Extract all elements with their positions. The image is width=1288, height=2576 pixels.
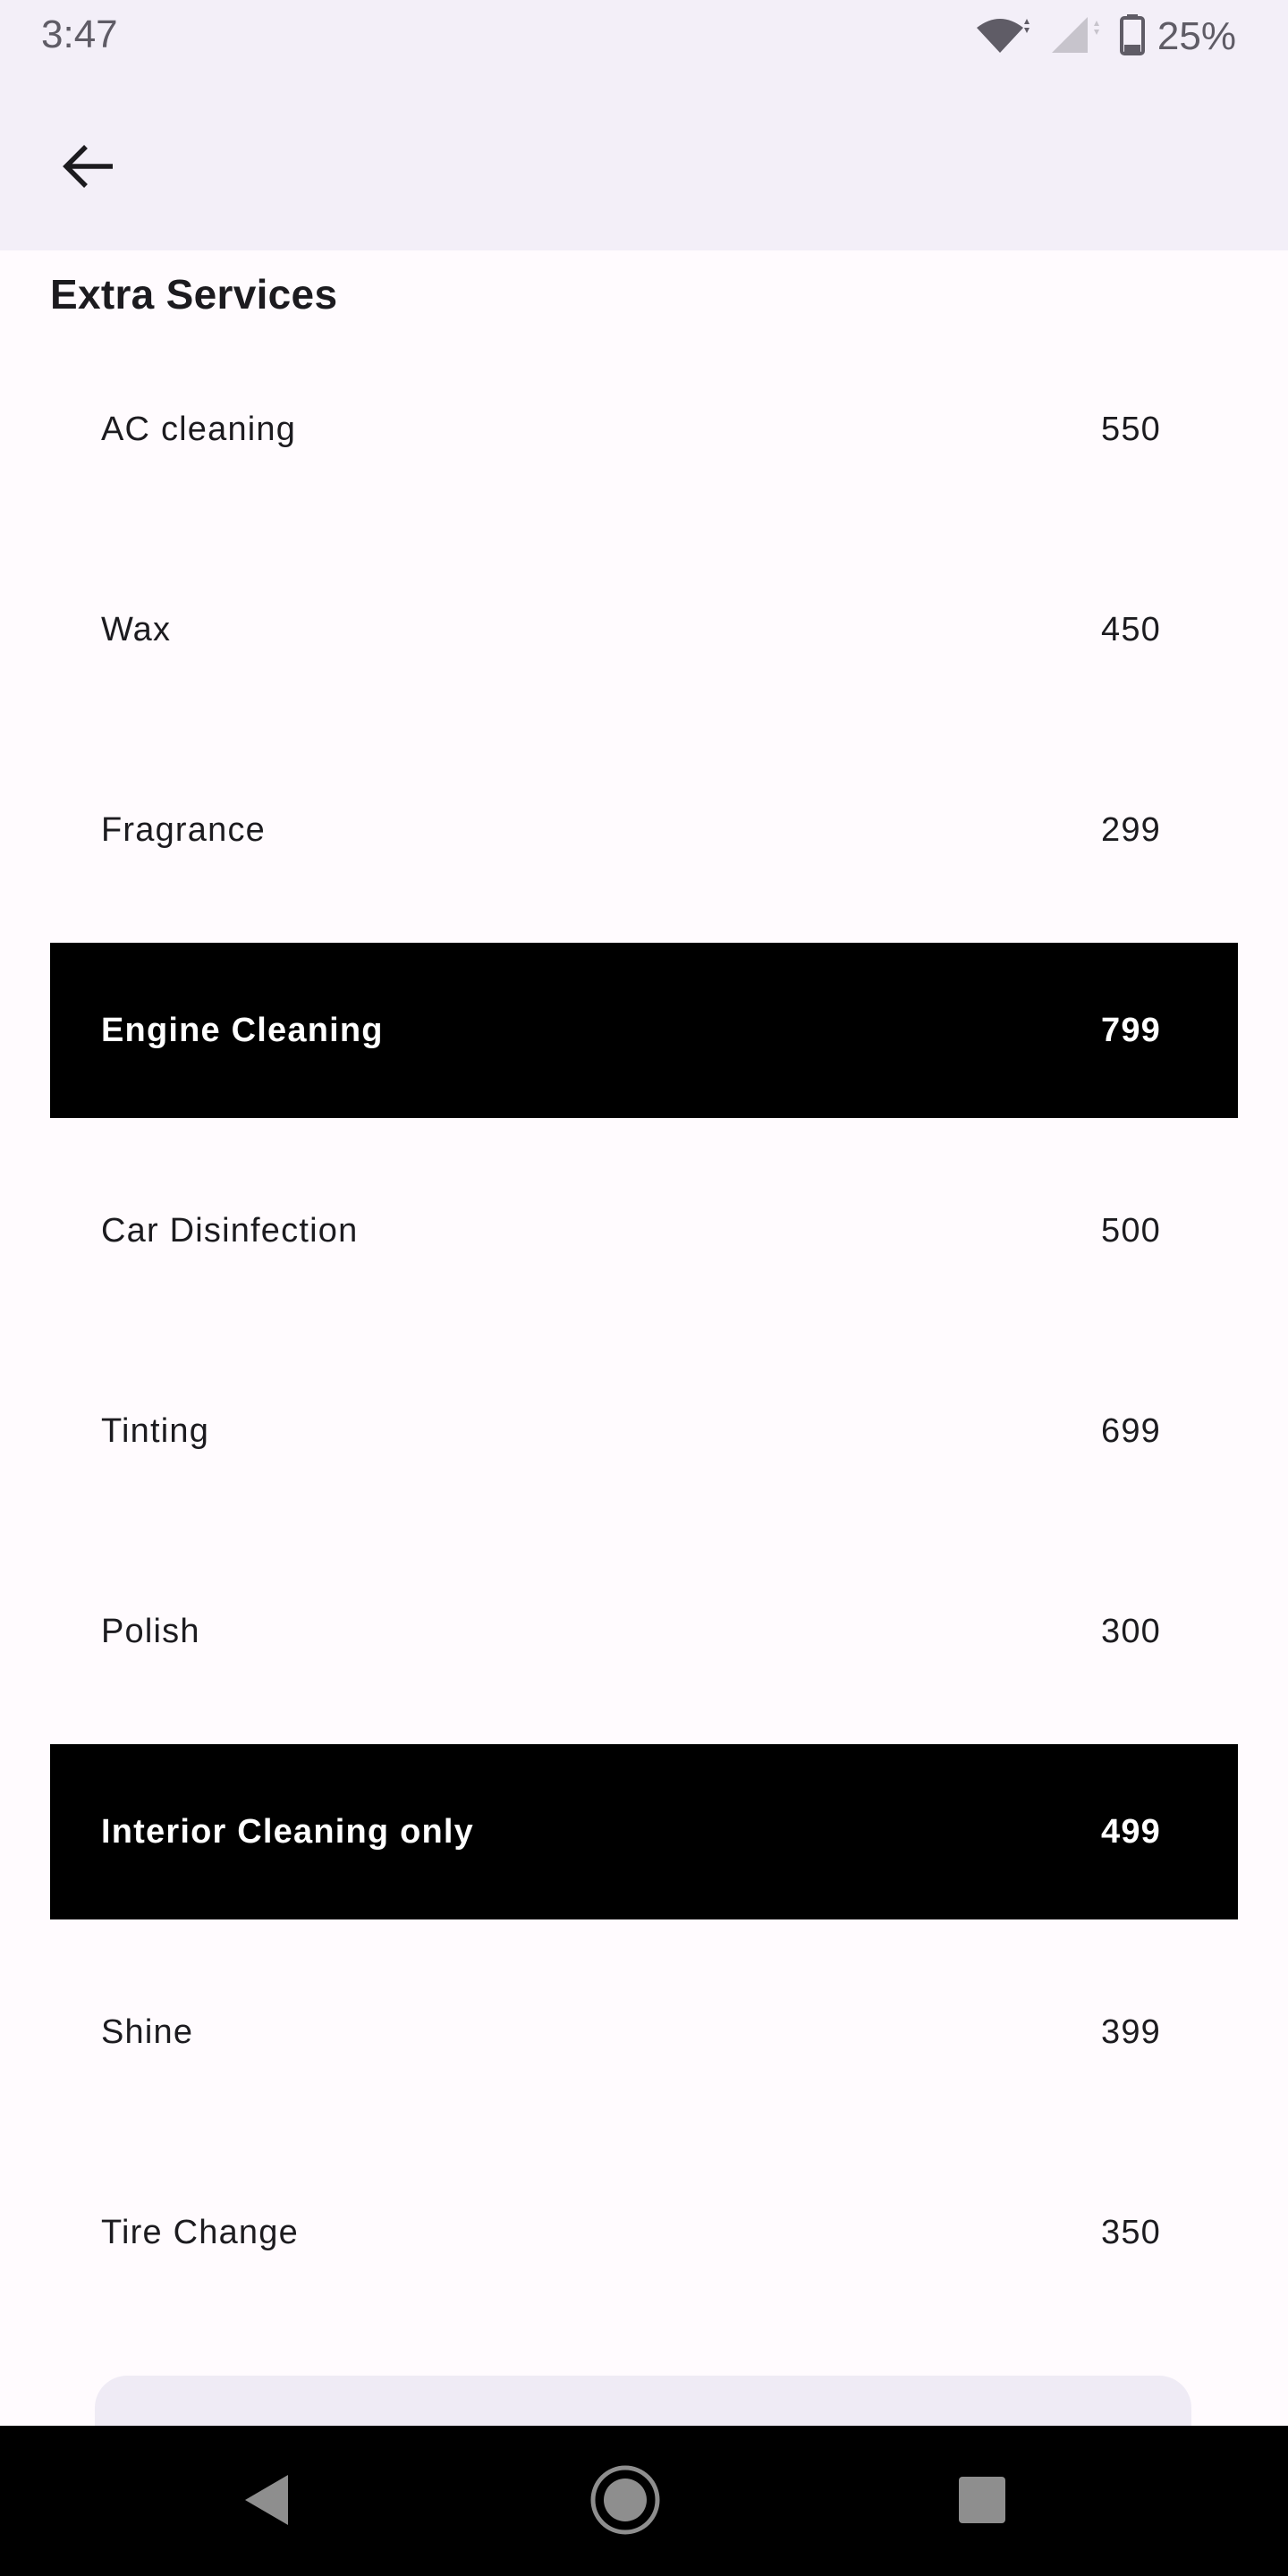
arrow-back-icon <box>59 138 116 199</box>
page-title: Extra Services <box>50 271 338 318</box>
cellular-signal-icon <box>1048 15 1104 59</box>
service-name: Tinting <box>101 1411 210 1450</box>
service-row-car-disinfection[interactable]: Car Disinfection 500 <box>50 1143 1238 1318</box>
battery-percentage: 25% <box>1157 14 1236 58</box>
service-name: Tire Change <box>101 2213 299 2251</box>
service-name: Fragrance <box>101 810 266 849</box>
back-button[interactable] <box>45 125 131 211</box>
service-row-fragrance[interactable]: Fragrance 299 <box>50 742 1238 918</box>
service-row-tire-change[interactable]: Tire Change 350 <box>50 2145 1238 2320</box>
service-price: 799 <box>1100 1011 1161 1049</box>
service-name: Interior Cleaning only <box>101 1812 474 1851</box>
service-price: 550 <box>1100 410 1161 448</box>
nav-back-button[interactable] <box>226 2462 307 2542</box>
service-name: Wax <box>101 610 172 648</box>
nav-recents-icon <box>957 2475 1007 2529</box>
system-nav-bar <box>0 2426 1288 2576</box>
service-row-wax[interactable]: Wax 450 <box>50 542 1238 717</box>
service-name: AC cleaning <box>101 410 297 448</box>
app-bar <box>0 73 1288 250</box>
nav-back-icon <box>242 2473 292 2531</box>
service-price: 350 <box>1100 2213 1161 2251</box>
bottom-action-card[interactable] <box>95 2376 1191 2429</box>
service-row-interior-cleaning-only[interactable]: Interior Cleaning only 499 <box>50 1744 1238 1919</box>
wifi-icon <box>973 15 1032 59</box>
service-name: Shine <box>101 2012 194 2051</box>
service-price: 499 <box>1100 1812 1161 1851</box>
service-name: Car Disinfection <box>101 1211 359 1250</box>
status-time: 3:47 <box>41 13 118 56</box>
nav-home-button[interactable] <box>585 2462 665 2542</box>
service-row-engine-cleaning[interactable]: Engine Cleaning 799 <box>50 943 1238 1118</box>
service-row-polish[interactable]: Polish 300 <box>50 1544 1238 1719</box>
service-price: 500 <box>1100 1211 1161 1250</box>
status-bar: 3:47 25% <box>0 0 1288 73</box>
battery-icon <box>1119 13 1145 60</box>
service-price: 299 <box>1100 810 1161 849</box>
services-list: AC cleaning 550 Wax 450 Fragrance 299 En… <box>50 342 1238 2345</box>
service-price: 450 <box>1100 610 1161 648</box>
service-row-shine[interactable]: Shine 399 <box>50 1945 1238 2120</box>
service-row-ac-cleaning[interactable]: AC cleaning 550 <box>50 342 1238 517</box>
status-icons: 25% <box>973 13 1236 61</box>
service-price: 300 <box>1100 1612 1161 1650</box>
service-price: 699 <box>1100 1411 1161 1450</box>
service-name: Polish <box>101 1612 200 1650</box>
service-name: Engine Cleaning <box>101 1011 384 1049</box>
service-price: 399 <box>1100 2012 1161 2051</box>
nav-recents-button[interactable] <box>942 2462 1022 2542</box>
nav-home-icon <box>589 2463 662 2541</box>
service-row-tinting[interactable]: Tinting 699 <box>50 1343 1238 1519</box>
